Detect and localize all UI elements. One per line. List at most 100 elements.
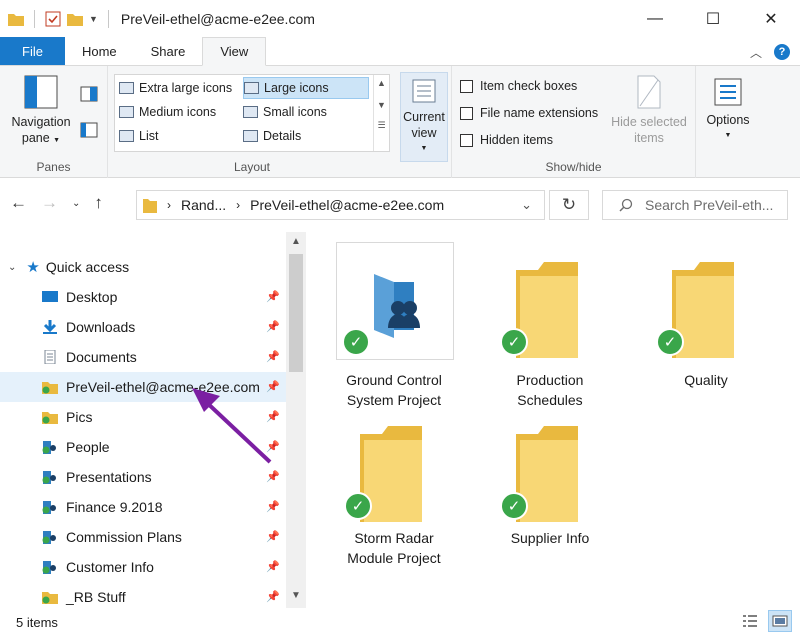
sync-check-icon: ✓ — [500, 328, 528, 356]
downloads-icon — [43, 320, 57, 334]
options-button[interactable]: Options ▼ — [702, 76, 754, 144]
layout-small-icons[interactable]: Small icons — [243, 101, 331, 123]
scroll-down-icon[interactable]: ▼ — [286, 590, 306, 601]
tab-share[interactable]: Share — [134, 37, 203, 65]
options-icon — [714, 78, 742, 106]
large-icons-icon — [244, 82, 259, 94]
pin-icon[interactable]: 📌 — [266, 500, 280, 513]
tile-label: Module Project — [347, 550, 441, 566]
navigation-pane-button[interactable]: Navigation pane ▼ — [6, 74, 76, 149]
nav-item-documents[interactable]: Documents 📌 — [0, 342, 286, 372]
pin-icon[interactable]: 📌 — [266, 320, 280, 333]
hide-selected-items-button[interactable]: Hide selected items — [606, 74, 692, 146]
preveil-folder-icon — [42, 382, 58, 394]
tab-file[interactable]: File — [0, 37, 65, 65]
scroll-up-icon[interactable]: ▲ — [286, 236, 306, 247]
breadcrumb-current[interactable]: PreVeil-ethel@acme-e2ee.com — [250, 197, 444, 213]
large-icons-view-button[interactable] — [768, 610, 792, 632]
item-count: 5 items — [16, 614, 58, 630]
chevron-down-icon[interactable]: ▼ — [374, 100, 389, 110]
folder-tile[interactable]: ✓ Storm Radar Module Project — [334, 408, 454, 578]
pin-icon[interactable]: 📌 — [266, 470, 280, 483]
nav-item-customer-info[interactable]: Customer Info 📌 — [0, 552, 286, 582]
pin-icon[interactable]: 📌 — [266, 290, 280, 303]
preview-pane-icon[interactable] — [80, 86, 98, 102]
breadcrumb-separator-icon[interactable]: › — [236, 198, 240, 212]
search-input[interactable]: Search PreVeil-eth... — [602, 190, 788, 220]
breadcrumb-separator-icon[interactable]: › — [167, 198, 171, 212]
nav-label: _RB Stuff — [66, 589, 126, 605]
navigation-pane-label: Navigation pane — [11, 115, 71, 145]
tab-view[interactable]: View — [202, 37, 267, 66]
minimize-button[interactable]: — — [626, 0, 684, 38]
current-view-group: Current view ▼ — [396, 66, 452, 178]
nav-item-desktop[interactable]: Desktop 📌 — [0, 282, 286, 312]
chevron-up-icon[interactable]: ︿ — [750, 44, 762, 61]
current-view-button[interactable]: Current view ▼ — [400, 72, 448, 162]
back-arrow-icon[interactable]: ← — [10, 193, 27, 213]
tile-label: Ground Control — [346, 372, 442, 388]
layout-medium-icons[interactable]: Medium icons — [119, 101, 220, 123]
details-view-button[interactable] — [738, 610, 762, 632]
pin-icon[interactable]: 📌 — [266, 590, 280, 603]
file-name-extensions-toggle[interactable]: File name extensions — [460, 106, 598, 120]
nav-item-downloads[interactable]: Downloads 📌 — [0, 312, 286, 342]
nav-label: Pics — [66, 409, 93, 425]
details-pane-icon[interactable] — [80, 122, 98, 138]
address-dropdown-icon[interactable]: ⌄ — [521, 197, 532, 213]
preveil-people-folder-icon — [42, 471, 56, 484]
checkbox[interactable] — [460, 106, 473, 120]
folder-tile[interactable]: ✓ Quality — [646, 240, 766, 410]
layout-gallery-scroll[interactable]: ▲ ▼ ☰ — [373, 75, 389, 151]
layout-large-icons[interactable]: Large icons — [243, 77, 369, 99]
hidden-items-toggle[interactable]: Hidden items — [460, 133, 553, 147]
options-group: Options ▼ — [696, 66, 800, 178]
folder-tile[interactable]: ✓ Production Schedules — [490, 240, 610, 410]
forward-arrow-icon[interactable]: → — [41, 193, 58, 213]
nav-label: Downloads — [66, 319, 136, 335]
nav-label: Customer Info — [66, 559, 154, 575]
nav-label: Desktop — [66, 289, 118, 305]
tab-home[interactable]: Home — [65, 37, 134, 65]
sync-check-icon: ✓ — [344, 492, 372, 520]
current-view-label: Current view — [403, 110, 445, 140]
recent-locations-chevron-icon[interactable]: ⌄ — [72, 198, 80, 209]
tile-label: Storm Radar — [354, 530, 434, 546]
checkbox[interactable] — [460, 133, 473, 147]
pin-icon[interactable]: 📌 — [266, 350, 280, 363]
scroll-thumb[interactable] — [289, 254, 303, 372]
chevron-up-icon[interactable]: ▲ — [374, 78, 389, 88]
help-icon[interactable]: ? — [774, 44, 790, 60]
properties-icon[interactable] — [45, 11, 61, 27]
refresh-button[interactable]: ↻ — [549, 190, 589, 220]
preveil-people-folder-icon — [42, 531, 56, 544]
address-bar[interactable]: › Rand... › PreVeil-ethel@acme-e2ee.com … — [136, 190, 545, 220]
nav-item-finance[interactable]: Finance 9.2018 📌 — [0, 492, 286, 522]
maximize-button[interactable]: ☐ — [684, 0, 742, 38]
layout-details[interactable]: Details — [243, 125, 305, 147]
breadcrumb-rand[interactable]: Rand... — [181, 197, 226, 213]
file-tile[interactable]: ✓ Ground Control System Project — [334, 240, 454, 410]
nav-label: Presentations — [66, 469, 152, 485]
chevron-down-icon[interactable]: ▼ — [89, 14, 98, 24]
details-view-icon — [743, 615, 757, 627]
item-check-boxes-toggle[interactable]: Item check boxes — [460, 79, 577, 93]
close-button[interactable]: ✕ — [742, 0, 800, 38]
divider — [34, 10, 35, 28]
folder-tile[interactable]: ✓ Supplier Info — [490, 408, 610, 578]
pin-icon[interactable]: 📌 — [266, 530, 280, 543]
layout-group-label: Layout — [233, 160, 271, 174]
chevron-down-icon[interactable]: ⌄ — [8, 262, 16, 273]
expand-gallery-icon[interactable]: ☰ — [374, 120, 389, 131]
star-icon: ★ — [26, 259, 40, 276]
layout-extra-large-icons[interactable]: Extra large icons — [119, 77, 236, 99]
nav-item-commission-plans[interactable]: Commission Plans 📌 — [0, 522, 286, 552]
tile-label: Production — [516, 372, 584, 388]
pin-icon[interactable]: 📌 — [266, 560, 280, 573]
new-folder-icon[interactable] — [67, 12, 83, 26]
layout-list[interactable]: List — [119, 125, 162, 147]
nav-quick-access[interactable]: ⌄ ★ Quick access — [0, 252, 286, 282]
show-hide-group-label: Show/hide — [545, 160, 602, 174]
checkbox[interactable] — [460, 79, 473, 93]
up-arrow-icon[interactable]: ↑ — [94, 193, 103, 213]
